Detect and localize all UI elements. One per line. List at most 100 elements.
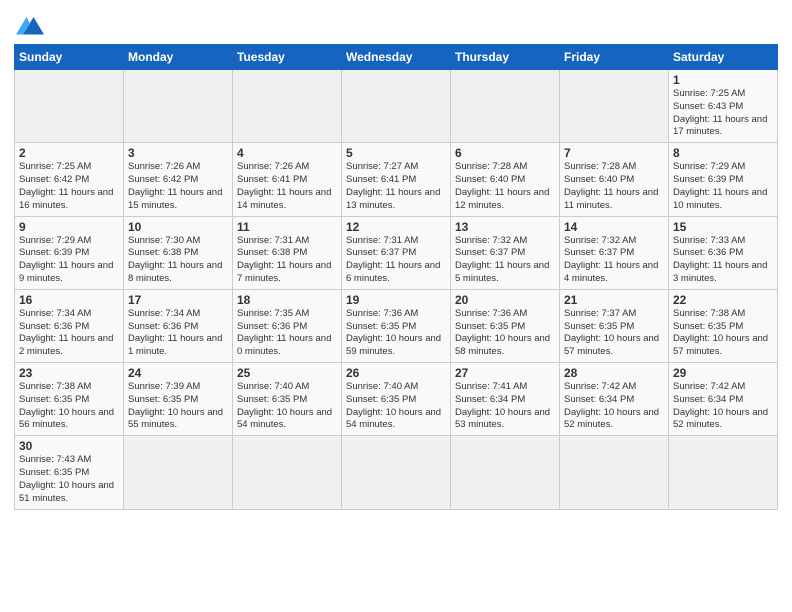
weekday-header-friday: Friday <box>560 45 669 70</box>
calendar: SundayMondayTuesdayWednesdayThursdayFrid… <box>14 44 778 510</box>
calendar-cell: 3Sunrise: 7:26 AM Sunset: 6:42 PM Daylig… <box>124 143 233 216</box>
day-info: Sunrise: 7:29 AM Sunset: 6:39 PM Dayligh… <box>19 235 119 286</box>
calendar-cell: 14Sunrise: 7:32 AM Sunset: 6:37 PM Dayli… <box>560 216 669 289</box>
calendar-row-0: 1Sunrise: 7:25 AM Sunset: 6:43 PM Daylig… <box>15 70 778 143</box>
day-number: 22 <box>673 293 773 307</box>
weekday-header-sunday: Sunday <box>15 45 124 70</box>
day-info: Sunrise: 7:31 AM Sunset: 6:38 PM Dayligh… <box>237 235 337 286</box>
logo <box>14 10 50 38</box>
day-info: Sunrise: 7:28 AM Sunset: 6:40 PM Dayligh… <box>455 161 555 212</box>
day-info: Sunrise: 7:28 AM Sunset: 6:40 PM Dayligh… <box>564 161 664 212</box>
calendar-cell: 15Sunrise: 7:33 AM Sunset: 6:36 PM Dayli… <box>669 216 778 289</box>
day-info: Sunrise: 7:25 AM Sunset: 6:43 PM Dayligh… <box>673 88 773 139</box>
day-info: Sunrise: 7:26 AM Sunset: 6:42 PM Dayligh… <box>128 161 228 212</box>
page: SundayMondayTuesdayWednesdayThursdayFrid… <box>0 0 792 520</box>
day-number: 7 <box>564 146 664 160</box>
day-info: Sunrise: 7:36 AM Sunset: 6:35 PM Dayligh… <box>346 308 446 359</box>
calendar-row-3: 16Sunrise: 7:34 AM Sunset: 6:36 PM Dayli… <box>15 289 778 362</box>
calendar-cell: 10Sunrise: 7:30 AM Sunset: 6:38 PM Dayli… <box>124 216 233 289</box>
day-number: 9 <box>19 220 119 234</box>
calendar-cell <box>233 436 342 509</box>
calendar-row-1: 2Sunrise: 7:25 AM Sunset: 6:42 PM Daylig… <box>15 143 778 216</box>
day-number: 6 <box>455 146 555 160</box>
calendar-cell: 12Sunrise: 7:31 AM Sunset: 6:37 PM Dayli… <box>342 216 451 289</box>
calendar-cell: 9Sunrise: 7:29 AM Sunset: 6:39 PM Daylig… <box>15 216 124 289</box>
day-number: 8 <box>673 146 773 160</box>
weekday-header-tuesday: Tuesday <box>233 45 342 70</box>
day-number: 19 <box>346 293 446 307</box>
calendar-cell <box>560 70 669 143</box>
calendar-cell <box>233 70 342 143</box>
day-info: Sunrise: 7:40 AM Sunset: 6:35 PM Dayligh… <box>237 381 337 432</box>
day-info: Sunrise: 7:38 AM Sunset: 6:35 PM Dayligh… <box>19 381 119 432</box>
calendar-cell: 19Sunrise: 7:36 AM Sunset: 6:35 PM Dayli… <box>342 289 451 362</box>
weekday-header-thursday: Thursday <box>451 45 560 70</box>
day-info: Sunrise: 7:32 AM Sunset: 6:37 PM Dayligh… <box>455 235 555 286</box>
calendar-cell: 30Sunrise: 7:43 AM Sunset: 6:35 PM Dayli… <box>15 436 124 509</box>
calendar-cell <box>451 70 560 143</box>
day-info: Sunrise: 7:31 AM Sunset: 6:37 PM Dayligh… <box>346 235 446 286</box>
calendar-cell: 5Sunrise: 7:27 AM Sunset: 6:41 PM Daylig… <box>342 143 451 216</box>
calendar-cell <box>124 436 233 509</box>
day-number: 12 <box>346 220 446 234</box>
calendar-cell: 4Sunrise: 7:26 AM Sunset: 6:41 PM Daylig… <box>233 143 342 216</box>
day-number: 20 <box>455 293 555 307</box>
day-info: Sunrise: 7:34 AM Sunset: 6:36 PM Dayligh… <box>128 308 228 359</box>
calendar-cell <box>669 436 778 509</box>
calendar-row-4: 23Sunrise: 7:38 AM Sunset: 6:35 PM Dayli… <box>15 363 778 436</box>
header <box>14 10 778 38</box>
day-info: Sunrise: 7:27 AM Sunset: 6:41 PM Dayligh… <box>346 161 446 212</box>
day-info: Sunrise: 7:42 AM Sunset: 6:34 PM Dayligh… <box>564 381 664 432</box>
calendar-cell: 23Sunrise: 7:38 AM Sunset: 6:35 PM Dayli… <box>15 363 124 436</box>
weekday-header-saturday: Saturday <box>669 45 778 70</box>
day-info: Sunrise: 7:40 AM Sunset: 6:35 PM Dayligh… <box>346 381 446 432</box>
day-number: 1 <box>673 73 773 87</box>
calendar-cell <box>15 70 124 143</box>
weekday-header-row: SundayMondayTuesdayWednesdayThursdayFrid… <box>15 45 778 70</box>
calendar-cell: 17Sunrise: 7:34 AM Sunset: 6:36 PM Dayli… <box>124 289 233 362</box>
day-info: Sunrise: 7:30 AM Sunset: 6:38 PM Dayligh… <box>128 235 228 286</box>
calendar-cell: 7Sunrise: 7:28 AM Sunset: 6:40 PM Daylig… <box>560 143 669 216</box>
calendar-cell: 8Sunrise: 7:29 AM Sunset: 6:39 PM Daylig… <box>669 143 778 216</box>
day-number: 28 <box>564 366 664 380</box>
day-info: Sunrise: 7:37 AM Sunset: 6:35 PM Dayligh… <box>564 308 664 359</box>
day-number: 17 <box>128 293 228 307</box>
day-info: Sunrise: 7:26 AM Sunset: 6:41 PM Dayligh… <box>237 161 337 212</box>
day-number: 14 <box>564 220 664 234</box>
day-info: Sunrise: 7:42 AM Sunset: 6:34 PM Dayligh… <box>673 381 773 432</box>
calendar-cell <box>451 436 560 509</box>
calendar-cell <box>342 436 451 509</box>
logo-icon <box>14 10 46 38</box>
day-number: 10 <box>128 220 228 234</box>
day-info: Sunrise: 7:29 AM Sunset: 6:39 PM Dayligh… <box>673 161 773 212</box>
day-number: 25 <box>237 366 337 380</box>
day-number: 16 <box>19 293 119 307</box>
calendar-cell <box>560 436 669 509</box>
day-info: Sunrise: 7:35 AM Sunset: 6:36 PM Dayligh… <box>237 308 337 359</box>
calendar-row-2: 9Sunrise: 7:29 AM Sunset: 6:39 PM Daylig… <box>15 216 778 289</box>
day-number: 27 <box>455 366 555 380</box>
day-number: 24 <box>128 366 228 380</box>
day-number: 29 <box>673 366 773 380</box>
day-number: 3 <box>128 146 228 160</box>
day-number: 26 <box>346 366 446 380</box>
day-number: 5 <box>346 146 446 160</box>
day-info: Sunrise: 7:41 AM Sunset: 6:34 PM Dayligh… <box>455 381 555 432</box>
calendar-cell: 20Sunrise: 7:36 AM Sunset: 6:35 PM Dayli… <box>451 289 560 362</box>
day-number: 30 <box>19 439 119 453</box>
calendar-cell: 2Sunrise: 7:25 AM Sunset: 6:42 PM Daylig… <box>15 143 124 216</box>
day-info: Sunrise: 7:43 AM Sunset: 6:35 PM Dayligh… <box>19 454 119 505</box>
day-info: Sunrise: 7:34 AM Sunset: 6:36 PM Dayligh… <box>19 308 119 359</box>
day-number: 23 <box>19 366 119 380</box>
calendar-cell: 26Sunrise: 7:40 AM Sunset: 6:35 PM Dayli… <box>342 363 451 436</box>
calendar-cell: 1Sunrise: 7:25 AM Sunset: 6:43 PM Daylig… <box>669 70 778 143</box>
calendar-cell: 25Sunrise: 7:40 AM Sunset: 6:35 PM Dayli… <box>233 363 342 436</box>
calendar-cell: 29Sunrise: 7:42 AM Sunset: 6:34 PM Dayli… <box>669 363 778 436</box>
calendar-cell: 11Sunrise: 7:31 AM Sunset: 6:38 PM Dayli… <box>233 216 342 289</box>
day-info: Sunrise: 7:33 AM Sunset: 6:36 PM Dayligh… <box>673 235 773 286</box>
calendar-cell <box>124 70 233 143</box>
day-number: 11 <box>237 220 337 234</box>
calendar-cell: 22Sunrise: 7:38 AM Sunset: 6:35 PM Dayli… <box>669 289 778 362</box>
day-number: 15 <box>673 220 773 234</box>
day-info: Sunrise: 7:25 AM Sunset: 6:42 PM Dayligh… <box>19 161 119 212</box>
